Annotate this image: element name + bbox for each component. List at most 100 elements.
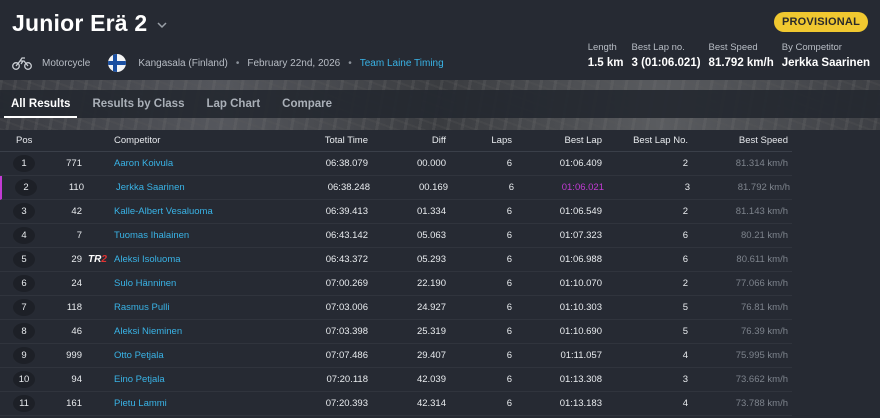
- race-number: 161: [66, 398, 82, 409]
- diff: 42.314: [416, 398, 446, 409]
- header-laps[interactable]: Laps: [470, 135, 512, 146]
- header-pos[interactable]: Pos: [16, 135, 40, 146]
- race-number: 94: [71, 374, 82, 385]
- chevron-down-icon[interactable]: [157, 18, 167, 32]
- tab-compare[interactable]: Compare: [271, 90, 343, 118]
- competitor-link[interactable]: Aleksi Isoluoma: [114, 254, 314, 265]
- laps: 6: [506, 398, 512, 409]
- status-badge: PROVISIONAL: [774, 12, 868, 32]
- position-badge: 8: [13, 323, 35, 340]
- separator: •: [348, 57, 352, 69]
- best-lap: 01:11.057: [560, 350, 602, 361]
- diff: 00.169: [418, 182, 448, 193]
- sport-label: Motorcycle: [42, 57, 91, 69]
- table-row[interactable]: 4 7 Tuomas Ihalainen 06:43.142 05.063 6 01:07.…: [0, 224, 792, 248]
- organizer-link[interactable]: Team Laine Timing: [360, 58, 444, 69]
- table-row[interactable]: 10 94 Eino Petjala 07:20.118 42.039 6 01:13.30…: [0, 368, 792, 392]
- finland-flag-icon: [108, 54, 127, 72]
- table-row[interactable]: 6 24 Sulo Hänninen 07:00.269 22.190 6 01:10.07…: [0, 272, 792, 296]
- position-badge: 5: [13, 251, 35, 268]
- tab-results-by-class[interactable]: Results by Class: [81, 90, 195, 118]
- laps: 6: [506, 302, 512, 313]
- table-row[interactable]: 1 771 Aaron Koivula 06:38.079 00.000 6 01:06.4…: [0, 152, 792, 176]
- position-badge: 4: [13, 227, 35, 244]
- position-cell: 3: [13, 203, 37, 220]
- header-diff[interactable]: Diff: [376, 135, 446, 146]
- best-speed: 77.066 km/h: [735, 278, 788, 289]
- stat-value: Jerkka Saarinen: [781, 57, 870, 69]
- location-label: Kangasala (Finland): [138, 57, 228, 69]
- race-meta: Motorcycle Kangasala (Finland) • Februar…: [12, 54, 444, 72]
- race-number: 118: [66, 302, 82, 313]
- competitor-link[interactable]: Otto Petjala: [114, 350, 314, 361]
- header-best-speed[interactable]: Best Speed: [700, 135, 788, 146]
- best-lap-no: 5: [682, 326, 688, 337]
- competitor-link[interactable]: Aleksi Nieminen: [114, 326, 314, 337]
- table-row[interactable]: 2 110 Jerkka Saarinen 06:38.248 00.169 6 01:06…: [0, 176, 792, 200]
- best-lap: 01:06.549: [559, 206, 602, 217]
- table-row[interactable]: 3 42 Kalle-Albert Vesaluoma 06:39.413 01.334…: [0, 200, 792, 224]
- competitor-link[interactable]: Jerkka Saarinen: [116, 182, 316, 193]
- total-time: 07:20.393: [325, 398, 368, 409]
- stat-length: Length 1.5 km: [588, 42, 624, 69]
- competitor-link[interactable]: Pietu Lammi: [114, 398, 314, 409]
- table-row[interactable]: 9 999 Otto Petjala 07:07.486 29.407 6 01:11.05…: [0, 344, 792, 368]
- stat-value: 1.5 km: [587, 57, 624, 69]
- competitor-link[interactable]: Rasmus Pulli: [114, 302, 314, 313]
- best-lap: 01:13.183: [559, 398, 602, 409]
- position-badge: 7: [13, 299, 35, 316]
- header-total-time[interactable]: Total Time: [300, 135, 368, 146]
- position-cell: 11: [13, 395, 37, 412]
- race-number: 7: [76, 230, 82, 241]
- table-row[interactable]: 7 118 Rasmus Pulli 07:03.006 24.927 6 01:10.30…: [0, 296, 792, 320]
- diff: 22.190: [416, 278, 446, 289]
- separator: •: [235, 57, 240, 69]
- competitor-link[interactable]: Kalle-Albert Vesaluoma: [114, 206, 314, 217]
- competitor-link[interactable]: Aaron Koivula: [114, 158, 314, 169]
- competitor-link[interactable]: Sulo Hänninen: [114, 278, 314, 289]
- tab-lap-chart[interactable]: Lap Chart: [195, 90, 271, 118]
- laps: 6: [506, 374, 512, 385]
- diff: 05.293: [416, 254, 446, 265]
- table-row[interactable]: 5 29 TR2 Aleksi Isoluoma 06:43.372 05.293 6 01:…: [0, 248, 792, 272]
- competitor-link[interactable]: Tuomas Ihalainen: [114, 230, 314, 241]
- header-competitor[interactable]: Competitor: [114, 135, 314, 146]
- table-body: 1 771 Aaron Koivula 06:38.079 00.000 6 01:06.4…: [0, 152, 792, 416]
- best-lap-no: 2: [682, 206, 688, 217]
- competitor-link[interactable]: Eino Petjala: [114, 374, 314, 385]
- position-cell: 10: [13, 371, 37, 388]
- table-row[interactable]: 11 161 Pietu Lammi 07:20.393 42.314 6 01:13.18…: [0, 392, 792, 416]
- best-speed: 81.792 km/h: [737, 182, 790, 193]
- diff: 24.927: [416, 302, 446, 313]
- position-cell: 5: [13, 251, 37, 268]
- position-badge: 10: [13, 371, 35, 388]
- race-number: 110: [68, 182, 84, 193]
- best-speed: 81.143 km/h: [735, 206, 788, 217]
- laps: 6: [508, 182, 514, 193]
- stat-label: Best Lap no.: [631, 42, 685, 53]
- best-lap: 01:10.303: [559, 302, 602, 313]
- position-cell: 7: [13, 299, 37, 316]
- table-row[interactable]: 8 46 Aleksi Nieminen 07:03.398 25.319 6 01:10.…: [0, 320, 792, 344]
- header-best-lap[interactable]: Best Lap: [530, 135, 603, 146]
- race-number: 42: [71, 206, 82, 217]
- total-time: 07:03.398: [325, 326, 368, 337]
- header-best-lap-no[interactable]: Best Lap No.: [620, 135, 688, 146]
- tab-all-results[interactable]: All Results: [0, 90, 81, 118]
- laps: 6: [506, 254, 512, 265]
- laps: 6: [506, 326, 512, 337]
- stat-label: Best Speed: [708, 42, 758, 53]
- best-speed: 75.995 km/h: [735, 350, 788, 361]
- race-number: 46: [71, 326, 82, 337]
- position-badge: 2: [15, 179, 37, 196]
- race-title[interactable]: Junior Erä 2: [12, 10, 147, 37]
- motorcycle-icon: [12, 55, 32, 71]
- best-lap-no: 3: [684, 182, 690, 193]
- title-row[interactable]: Junior Erä 2: [12, 10, 167, 37]
- best-lap: 01:06.021: [561, 182, 604, 193]
- position-cell: 9: [13, 347, 37, 364]
- position-cell: 4: [13, 227, 37, 244]
- best-speed: 76.39 km/h: [741, 326, 788, 337]
- race-number: 24: [71, 278, 82, 289]
- best-lap-no: 2: [682, 158, 688, 169]
